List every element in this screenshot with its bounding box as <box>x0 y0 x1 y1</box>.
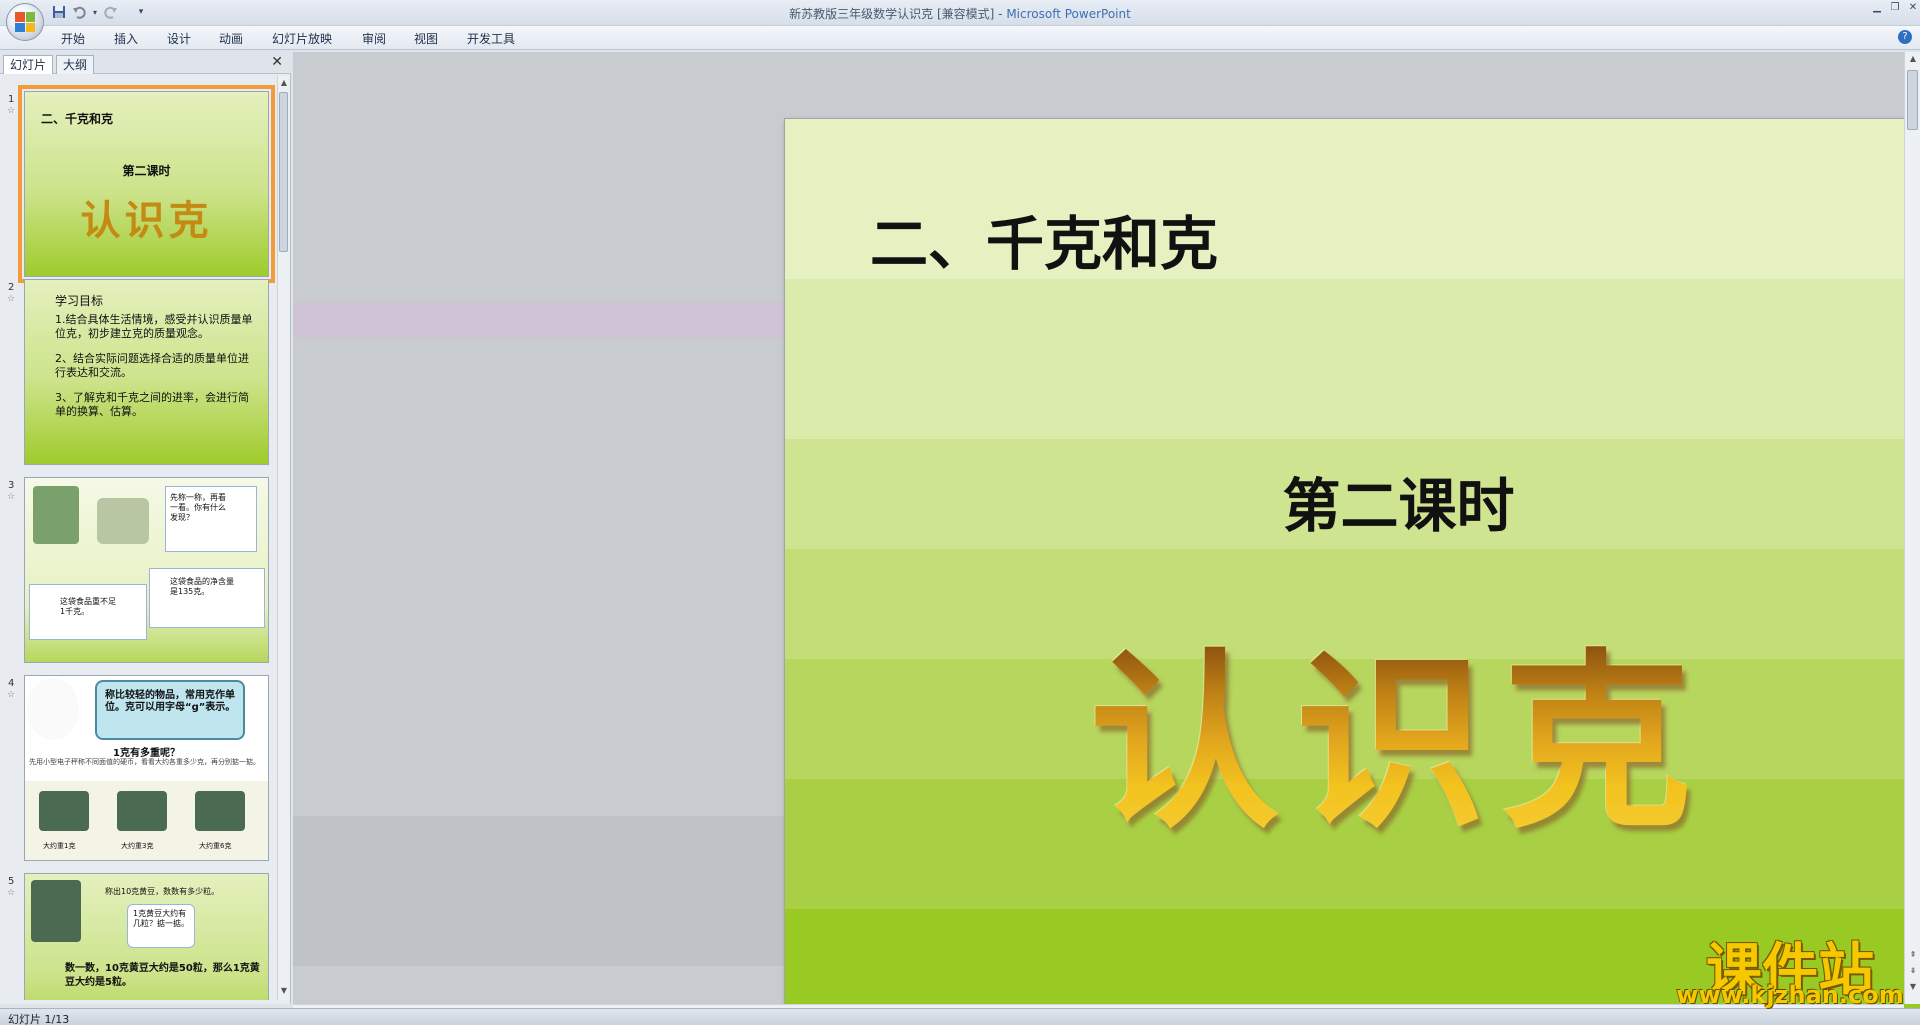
scroll-up-icon[interactable]: ▲ <box>279 78 289 88</box>
thumbnail-list: 1 ☆ 二、千克和克 第二课时 认识克 2 ☆ 学习目标 1.结合具体生活情境，… <box>0 76 275 1000</box>
thumb-note: 称出10克黄豆，数数有多少粒。 <box>105 887 220 896</box>
watermark-url: www.kjzhan.com <box>1676 981 1904 1009</box>
speech-bubble: 称比较轻的物品，常用克作单位。克可以用字母“g”表示。 <box>95 680 245 740</box>
slide-number: 2 <box>8 282 15 293</box>
scale-image <box>39 791 89 831</box>
scroll-down-icon[interactable]: ▼ <box>279 986 289 996</box>
app-name: Microsoft PowerPoint <box>1006 7 1131 21</box>
slide-thumbnail-2[interactable]: 学习目标 1.结合具体生活情境，感受并认识质量单位克，初步建立克的质量观念。 2… <box>24 279 269 465</box>
tab-design[interactable]: 设计 <box>167 30 191 47</box>
help-icon[interactable]: ? <box>1898 30 1912 44</box>
caption: 大约重1克 <box>43 842 76 850</box>
speech-bubble: 这袋食品的净含量是135克。 <box>149 568 265 628</box>
slide-counter: 幻灯片 1/13 <box>8 1013 70 1025</box>
thumb-caption: 数一数，10克黄豆大约是50粒，那么1克黄豆大约是5粒。 <box>65 963 260 988</box>
current-slide[interactable]: 二、千克和克 第二课时 认识克 <box>784 118 1920 1025</box>
thumb-note: 先用小型电子秤称不同面值的硬币，看看大约各重多少克，再分别掂一掂。 <box>29 758 260 766</box>
slide-number: 4 <box>8 678 15 689</box>
minimize-icon[interactable]: ▁ <box>1868 2 1886 16</box>
powerpoint-window: ▾ ▾ 新苏教版三年级数学认识克 [兼容模式] - Microsoft Powe… <box>0 0 1920 1025</box>
thumbnail-scrollbar[interactable]: ▲ ▼ <box>277 76 289 1000</box>
site-watermark-logo: 课件站 www.kjzhan.com <box>1670 925 1910 1009</box>
tab-slideshow[interactable]: 幻灯片放映 <box>272 30 332 47</box>
title-separator: - <box>994 7 1007 21</box>
bubble-text: 先称一称，再看一看。你有什么发现？ <box>170 493 226 522</box>
close-pane-icon[interactable]: ✕ <box>271 54 283 70</box>
caption: 大约重3克 <box>121 842 154 850</box>
bubble-text: 称比较轻的物品，常用克作单位。克可以用字母“g”表示。 <box>105 690 236 713</box>
title-bar: ▾ ▾ 新苏教版三年级数学认识克 [兼容模式] - Microsoft Powe… <box>0 0 1920 41</box>
slide-number: 5 <box>8 876 15 887</box>
slide-wordart[interactable]: 认识克 <box>785 589 1920 864</box>
tab-review[interactable]: 审阅 <box>362 30 386 47</box>
document-name: 新苏教版三年级数学认识克 [兼容模式] <box>789 7 995 21</box>
coin-scales-row: 大约重1克 大约重3克 大约重6克 <box>25 781 268 860</box>
tab-slides[interactable]: 幻灯片 <box>3 55 54 74</box>
slide-thumbnail-1[interactable]: 二、千克和克 第二课时 认识克 <box>18 85 275 283</box>
caption: 大约重6克 <box>199 842 232 850</box>
animation-star-icon: ☆ <box>7 690 16 700</box>
slide-thumbnail-3[interactable]: 先称一称，再看一看。你有什么发现？ 这袋食品重不足1千克。 这袋食品的净含量是1… <box>24 477 269 663</box>
food-bag-image <box>97 498 149 544</box>
slide-background-stripe <box>785 279 1920 439</box>
slide-number: 3 <box>8 480 15 491</box>
tab-insert[interactable]: 插入 <box>114 30 138 47</box>
scrollbar-thumb[interactable] <box>1907 70 1918 130</box>
scale-image <box>31 880 81 942</box>
bubble-text: 这袋食品的净含量是135克。 <box>170 577 234 596</box>
thumb-wordart: 认识克 <box>80 197 213 244</box>
scale-image <box>195 791 245 831</box>
vertical-scrollbar[interactable]: ▲ ⇞ ⇟ ▼ <box>1904 52 1920 1004</box>
animation-star-icon: ☆ <box>7 106 16 116</box>
thumb-subtitle: 第二课时 <box>122 164 171 178</box>
restore-icon[interactable]: ❐ <box>1886 2 1904 16</box>
bubble-text: 1克黄豆大约有几粒？掂一掂。 <box>133 909 189 928</box>
animation-star-icon: ☆ <box>7 294 16 304</box>
office-logo-icon <box>15 12 35 32</box>
thumb-goal-2: 2、结合实际问题选择合适的质量单位进行表达和交流。 <box>55 352 249 379</box>
office-button[interactable] <box>6 3 44 41</box>
thumb-goal-3: 3、了解克和千克之间的进率，会进行简单的换算、估算。 <box>55 391 249 418</box>
thumb-title: 二、千克和克 <box>41 112 114 126</box>
scroll-up-icon[interactable]: ▲ <box>1908 54 1918 64</box>
sheep-character-image <box>27 678 79 740</box>
speech-bubble: 先称一称，再看一看。你有什么发现？ <box>165 486 257 552</box>
speech-bubble: 这袋食品重不足1千克。 <box>29 584 147 640</box>
bubble-text: 这袋食品重不足1千克。 <box>60 597 116 616</box>
slide-number: 1 <box>8 94 15 105</box>
scale-image <box>33 486 79 544</box>
tab-animations[interactable]: 动画 <box>219 30 243 47</box>
slides-pane: 幻灯片 大纲 ✕ 1 ☆ 二、千克和克 第二课时 认识克 2 ☆ 学习目标 1.… <box>0 52 291 1004</box>
scrollbar-thumb[interactable] <box>279 92 288 252</box>
slide-title[interactable]: 二、千克和克 <box>870 197 1218 281</box>
tab-developer[interactable]: 开发工具 <box>467 30 515 47</box>
status-bar: 幻灯片 1/13 <box>0 1008 1920 1025</box>
scale-image <box>117 791 167 831</box>
slide-subtitle[interactable]: 第二课时 <box>785 459 1920 543</box>
animation-star-icon: ☆ <box>7 492 16 502</box>
speech-bubble: 1克黄豆大约有几粒？掂一掂。 <box>127 904 195 948</box>
close-icon[interactable]: ✕ <box>1904 2 1920 16</box>
animation-star-icon: ☆ <box>7 888 16 898</box>
ribbon-tabs: 开始 插入 设计 动画 幻灯片放映 审阅 视图 开发工具 ? <box>0 26 1920 50</box>
tab-view[interactable]: 视图 <box>414 30 438 47</box>
slide-thumbnail-5[interactable]: 称出10克黄豆，数数有多少粒。 1克黄豆大约有几粒？掂一掂。 数一数，10克黄豆… <box>24 873 269 1000</box>
thumb-question: 1克有多重呢？ <box>113 748 180 759</box>
tab-outline[interactable]: 大纲 <box>56 55 95 74</box>
pane-tabs: 幻灯片 大纲 ✕ <box>0 52 291 74</box>
tab-home[interactable]: 开始 <box>61 30 85 47</box>
slide-thumbnail-4[interactable]: 称比较轻的物品，常用克作单位。克可以用字母“g”表示。 1克有多重呢？ 先用小型… <box>24 675 269 861</box>
thumb-heading: 学习目标 <box>55 294 104 308</box>
slide-editing-area: 二、千克和克 第二课时 认识克 <box>293 52 1920 1025</box>
thumb-goal-1: 1.结合具体生活情境，感受并认识质量单位克，初步建立克的质量观念。 <box>55 313 253 340</box>
window-title: 新苏教版三年级数学认识克 [兼容模式] - Microsoft PowerPoi… <box>0 5 1920 22</box>
